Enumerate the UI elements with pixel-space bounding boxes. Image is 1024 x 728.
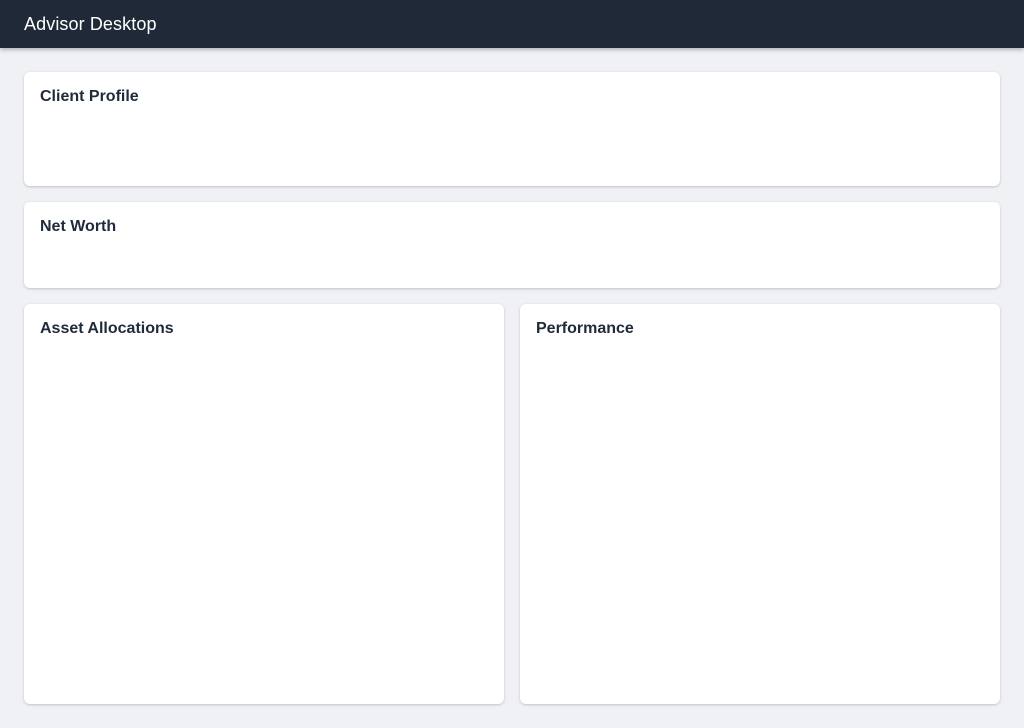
client-profile-content	[40, 116, 984, 170]
asset-allocations-content	[40, 348, 488, 688]
client-profile-card: Client Profile	[24, 72, 1000, 186]
asset-allocations-card: Asset Allocations	[24, 304, 504, 704]
performance-content	[536, 348, 984, 688]
performance-card: Performance	[520, 304, 1000, 704]
client-profile-title: Client Profile	[40, 88, 139, 105]
performance-title: Performance	[536, 320, 634, 337]
net-worth-content	[40, 246, 984, 272]
app-title: Advisor Desktop	[24, 13, 157, 34]
app-bar: Advisor Desktop	[0, 0, 1024, 48]
asset-allocations-title: Asset Allocations	[40, 320, 174, 337]
net-worth-title: Net Worth	[40, 218, 117, 235]
net-worth-card: Net Worth	[24, 202, 1000, 288]
